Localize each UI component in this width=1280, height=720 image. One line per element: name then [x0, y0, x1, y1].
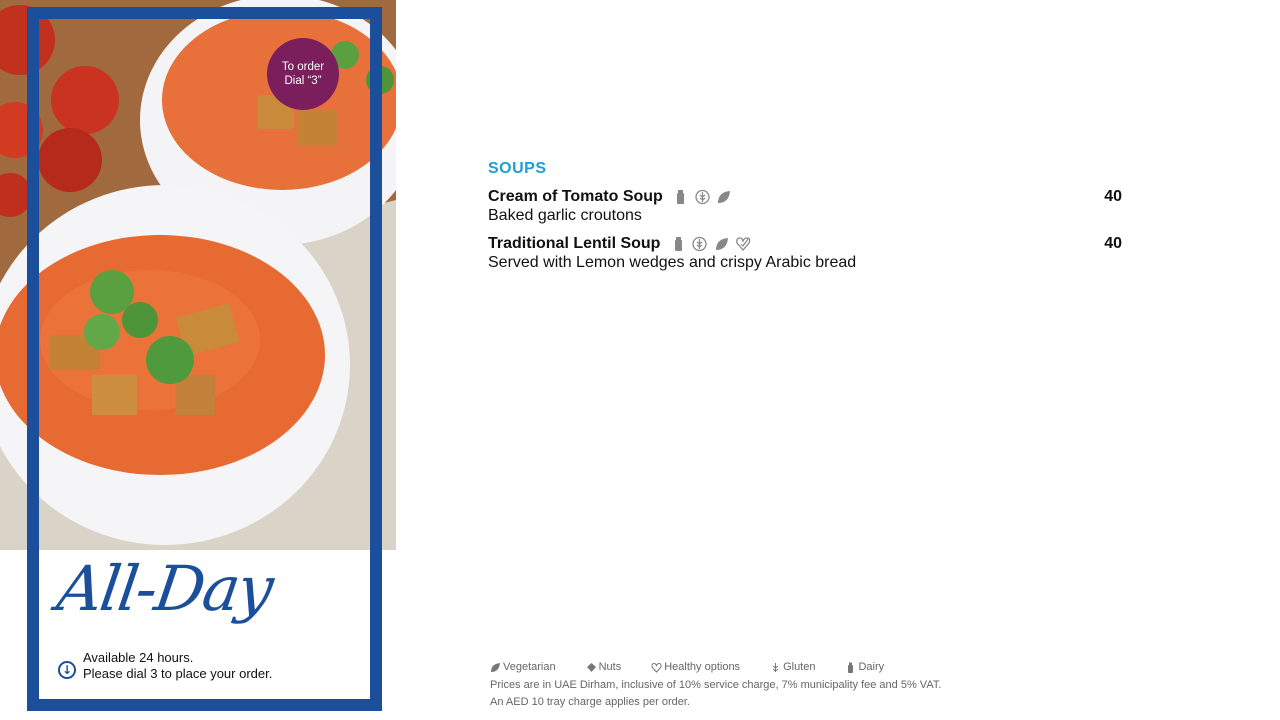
item-price: 40	[1104, 188, 1122, 205]
healthy-icon	[651, 662, 662, 673]
legend-label: Healthy options	[664, 661, 741, 673]
item-description: Served with Lemon wedges and crispy Arab…	[488, 254, 857, 272]
item-price: 40	[1104, 235, 1122, 253]
order-badge-line1: To order	[281, 61, 325, 73]
item-description: Baked garlic croutons	[488, 207, 642, 225]
legend-item: Gluten	[770, 661, 815, 673]
item-name: Cream of Tomato Soup	[488, 188, 663, 206]
hero-panel: To order Dial “3” All-Day ↓ Available 24…	[0, 0, 396, 720]
vegetarian-icon	[714, 236, 729, 252]
dairy-icon	[673, 189, 688, 205]
legend-item: Nuts	[586, 661, 622, 673]
availability-line2: Please dial 3 to place your order.	[83, 666, 273, 681]
dairy-icon	[671, 236, 686, 252]
legend-label: Dairy	[858, 661, 885, 673]
legend: Vegetarian Nuts Healthy options Gluten D…	[490, 661, 941, 711]
nuts-icon	[586, 662, 597, 673]
vegetarian-icon	[716, 189, 731, 205]
menu-title: All-Day	[52, 552, 277, 625]
dairy-icon	[845, 662, 856, 673]
legend-label: Gluten	[783, 661, 816, 673]
price-note: Prices are in UAE Dirham, inclusive of 1…	[490, 679, 942, 691]
menu-item[interactable]: Traditional Lentil Soup 40 Served with L…	[488, 235, 1122, 272]
availability-text: Available 24 hours. Please dial 3 to pla…	[83, 650, 272, 682]
healthy-icon	[735, 236, 751, 252]
menu-section: SOUPS Cream of Tomato Soup 40 Baked garl…	[488, 160, 1122, 282]
arrow-down-icon: ↓	[58, 661, 76, 679]
legend-label: Vegetarian	[503, 661, 556, 673]
item-icons	[671, 235, 752, 253]
item-icons	[673, 188, 733, 206]
gluten-icon	[692, 236, 708, 252]
gluten-icon	[695, 189, 710, 205]
tray-charge-note: An AED 10 tray charge applies per order.	[490, 696, 690, 708]
legend-label: Nuts	[598, 661, 622, 673]
section-title: SOUPS	[488, 160, 547, 177]
legend-item: Dairy	[845, 661, 884, 673]
legend-item: Healthy options	[651, 661, 740, 673]
legend-row: Vegetarian Nuts Healthy options Gluten D…	[490, 661, 941, 673]
order-badge: To order Dial “3”	[267, 38, 339, 110]
gluten-icon	[770, 662, 781, 673]
legend-item: Vegetarian	[490, 661, 556, 673]
availability-line1: Available 24 hours.	[83, 650, 194, 665]
item-name: Traditional Lentil Soup	[488, 235, 661, 253]
vegetarian-icon	[490, 662, 501, 673]
order-badge-line2: Dial “3”	[284, 75, 322, 87]
menu-item[interactable]: Cream of Tomato Soup 40 Baked garlic cro…	[488, 188, 1122, 225]
